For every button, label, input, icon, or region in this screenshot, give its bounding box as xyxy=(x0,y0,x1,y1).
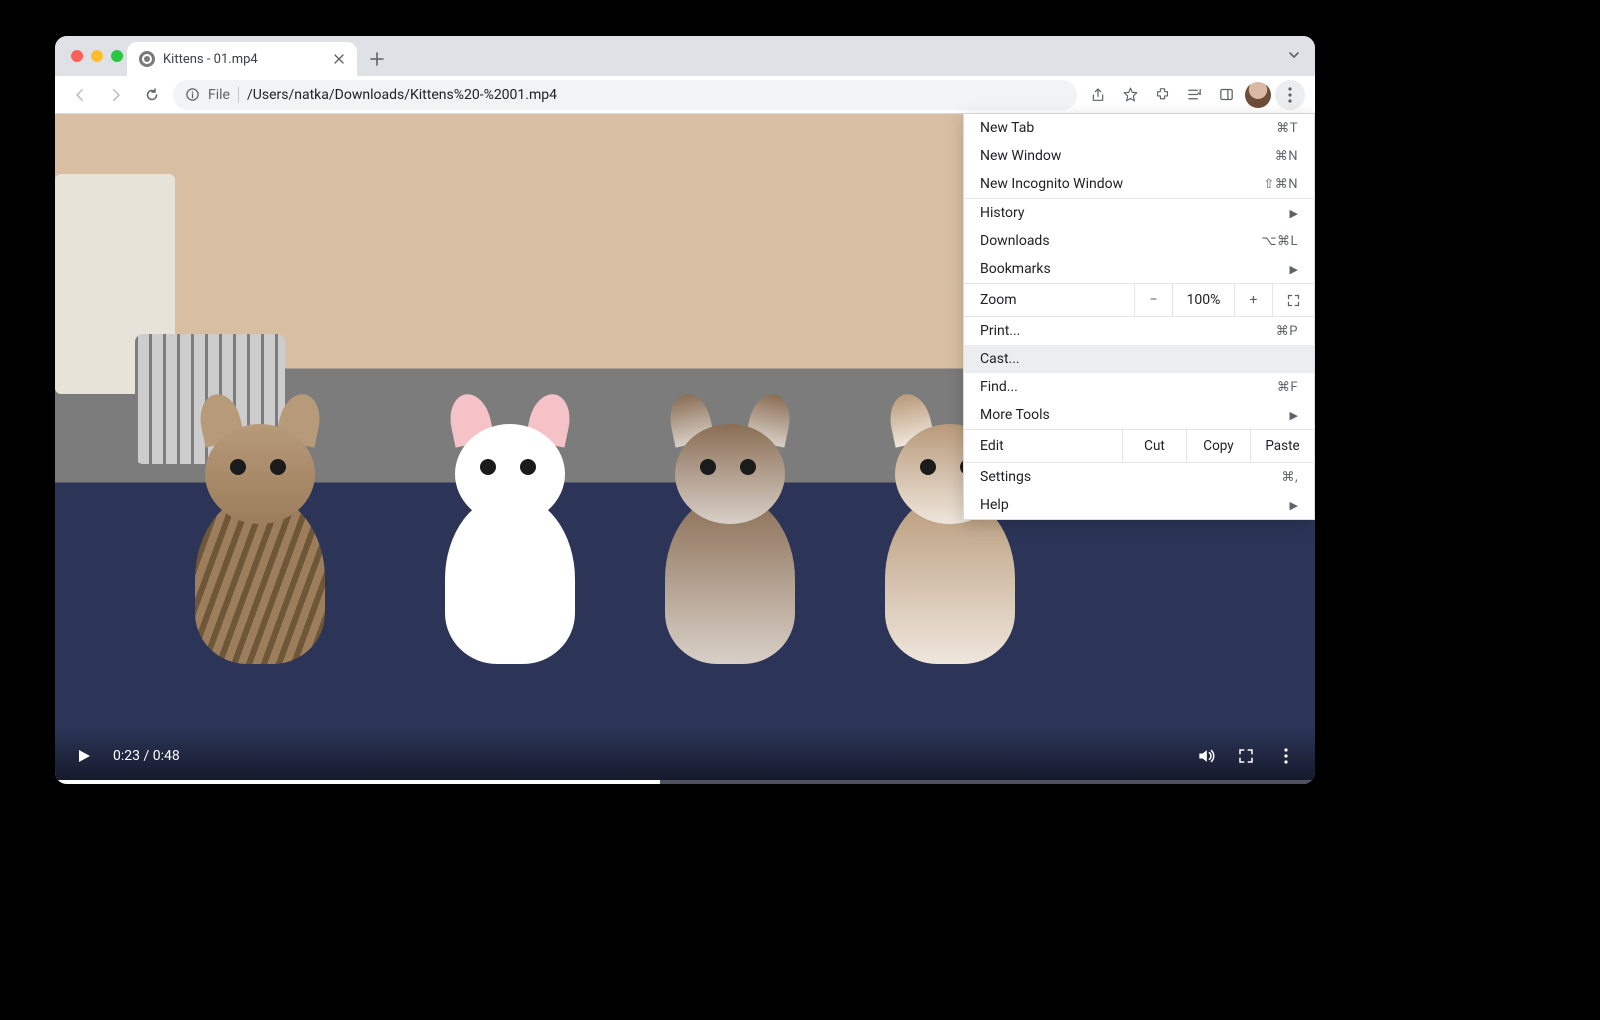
menu-settings[interactable]: Settings⌘, xyxy=(964,463,1314,491)
zoom-in-button[interactable]: + xyxy=(1234,284,1272,316)
tab-title: Kittens - 01.mp4 xyxy=(163,52,323,67)
fullscreen-button[interactable] xyxy=(1235,745,1257,767)
menu-history[interactable]: History▶ xyxy=(964,199,1314,227)
menu-new-incognito[interactable]: New Incognito Window⇧⌘N xyxy=(964,170,1314,198)
video-frame-decor xyxy=(645,404,815,664)
browser-tab[interactable]: Kittens - 01.mp4 xyxy=(127,42,357,76)
reload-button[interactable] xyxy=(137,80,167,110)
new-tab-button[interactable] xyxy=(363,45,391,73)
close-tab-button[interactable] xyxy=(331,51,347,67)
video-time: 0:23 / 0:48 xyxy=(113,748,180,764)
chevron-right-icon: ▶ xyxy=(1290,499,1298,512)
close-window-button[interactable] xyxy=(71,50,83,62)
zoom-fullscreen-button[interactable] xyxy=(1272,284,1314,316)
menu-copy[interactable]: Copy xyxy=(1186,430,1250,462)
file-icon xyxy=(139,51,155,67)
back-button[interactable] xyxy=(65,80,95,110)
menu-edit: Edit Cut Copy Paste xyxy=(964,429,1314,463)
menu-print[interactable]: Print...⌘P xyxy=(964,317,1314,345)
window-controls xyxy=(71,50,123,62)
chevron-right-icon: ▶ xyxy=(1290,207,1298,220)
extensions-button[interactable] xyxy=(1147,80,1177,110)
video-progress[interactable] xyxy=(55,780,1315,784)
menu-zoom: Zoom − 100% + xyxy=(964,283,1314,317)
profile-avatar[interactable] xyxy=(1243,80,1273,110)
toolbar-actions xyxy=(1083,80,1305,110)
play-button[interactable] xyxy=(73,745,95,767)
side-panel-button[interactable] xyxy=(1211,80,1241,110)
menu-bookmarks[interactable]: Bookmarks▶ xyxy=(964,255,1314,283)
menu-cast[interactable]: Cast... xyxy=(964,345,1314,373)
toolbar: File /Users/natka/Downloads/Kittens%20-%… xyxy=(55,76,1315,114)
forward-button[interactable] xyxy=(101,80,131,110)
menu-find[interactable]: Find...⌘F xyxy=(964,373,1314,401)
address-bar[interactable]: File /Users/natka/Downloads/Kittens%20-%… xyxy=(173,80,1077,110)
video-more-button[interactable] xyxy=(1275,745,1297,767)
chrome-menu: New Tab⌘T New Window⌘N New Incognito Win… xyxy=(963,114,1315,520)
tab-strip: Kittens - 01.mp4 xyxy=(55,36,1315,76)
volume-button[interactable] xyxy=(1195,745,1217,767)
chevron-right-icon: ▶ xyxy=(1290,263,1298,276)
menu-downloads[interactable]: Downloads⌥⌘L xyxy=(964,227,1314,255)
url-path: /Users/natka/Downloads/Kittens%20-%2001.… xyxy=(247,87,557,103)
menu-paste[interactable]: Paste xyxy=(1250,430,1314,462)
zoom-value: 100% xyxy=(1172,284,1234,316)
reading-list-button[interactable] xyxy=(1179,80,1209,110)
menu-help[interactable]: Help▶ xyxy=(964,491,1314,519)
minimize-window-button[interactable] xyxy=(91,50,103,62)
url-scheme: File xyxy=(208,87,230,103)
browser-window: Kittens - 01.mp4 File /Users/natka/Downl… xyxy=(55,36,1315,784)
share-button[interactable] xyxy=(1083,80,1113,110)
menu-new-tab[interactable]: New Tab⌘T xyxy=(964,114,1314,142)
bookmark-button[interactable] xyxy=(1115,80,1145,110)
menu-new-window[interactable]: New Window⌘N xyxy=(964,142,1314,170)
chrome-menu-button[interactable] xyxy=(1275,80,1305,110)
tab-search-button[interactable] xyxy=(1287,48,1301,62)
video-controls: 0:23 / 0:48 xyxy=(55,728,1315,784)
maximize-window-button[interactable] xyxy=(111,50,123,62)
chevron-right-icon: ▶ xyxy=(1290,409,1298,422)
menu-cut[interactable]: Cut xyxy=(1122,430,1186,462)
zoom-out-button[interactable]: − xyxy=(1134,284,1172,316)
video-frame-decor xyxy=(425,404,595,664)
video-frame-decor xyxy=(175,404,345,664)
menu-more-tools[interactable]: More Tools▶ xyxy=(964,401,1314,429)
site-info-icon xyxy=(185,87,200,102)
